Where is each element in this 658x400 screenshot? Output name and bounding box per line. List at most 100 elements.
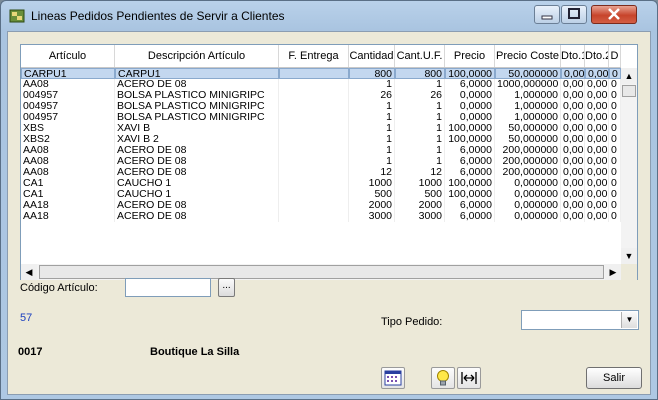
table-cell[interactable]: 0,00: [561, 156, 585, 167]
table-row[interactable]: XBS2 XAVI B 2 1 1 100,0000 50,000000 0,00 0,00 0: [21, 134, 621, 145]
table-cell[interactable]: 0,00: [561, 123, 585, 134]
table-cell[interactable]: 100,0000: [445, 123, 495, 134]
table-cell[interactable]: [279, 90, 349, 101]
table-cell[interactable]: [279, 112, 349, 123]
table-cell[interactable]: XBS2: [21, 134, 115, 145]
table-cell[interactable]: 0: [609, 167, 621, 178]
table-cell[interactable]: 0: [609, 156, 621, 167]
col-d[interactable]: D: [609, 45, 621, 67]
table-cell[interactable]: 0,00: [585, 79, 609, 90]
table-cell[interactable]: 800: [395, 68, 445, 79]
table-cell[interactable]: 6,0000: [445, 200, 495, 211]
table-cell[interactable]: 0: [609, 211, 621, 222]
table-cell[interactable]: 6,0000: [445, 156, 495, 167]
table-cell[interactable]: 0,000000: [495, 200, 561, 211]
table-cell[interactable]: 0: [609, 90, 621, 101]
vertical-scroll-thumb[interactable]: [622, 85, 636, 97]
table-cell[interactable]: [279, 167, 349, 178]
table-cell[interactable]: 1: [349, 134, 395, 145]
table-cell[interactable]: 0,00: [585, 189, 609, 200]
table-cell[interactable]: 1000: [349, 178, 395, 189]
table-cell[interactable]: 2000: [395, 200, 445, 211]
table-cell[interactable]: 0: [609, 145, 621, 156]
table-cell[interactable]: 0,000000: [495, 211, 561, 222]
col-precio[interactable]: Precio: [445, 45, 495, 67]
table-row[interactable]: AA08 ACERO DE 08 1 1 6,0000 1000,000000 0,00 0,…: [21, 79, 621, 90]
table-cell[interactable]: 100,0000: [445, 178, 495, 189]
table-cell[interactable]: AA08: [21, 156, 115, 167]
table-cell[interactable]: ACERO DE 08: [115, 200, 279, 211]
table-cell[interactable]: 6,0000: [445, 145, 495, 156]
horizontal-scrollbar[interactable]: ◀ ▶: [21, 264, 621, 280]
salir-button[interactable]: Salir: [586, 367, 642, 389]
table-cell[interactable]: 1: [395, 101, 445, 112]
table-cell[interactable]: CA1: [21, 178, 115, 189]
table-cell[interactable]: 3000: [349, 211, 395, 222]
table-cell[interactable]: [279, 79, 349, 90]
table-cell[interactable]: 0,00: [585, 112, 609, 123]
table-cell[interactable]: 0,0000: [445, 101, 495, 112]
scroll-down-icon[interactable]: ▼: [621, 248, 637, 264]
table-cell[interactable]: 0,00: [561, 200, 585, 211]
table-row[interactable]: CA1 CAUCHO 1 1000 1000 100,0000 0,000000 0,00 0…: [21, 178, 621, 189]
table-cell[interactable]: 50,000000: [495, 123, 561, 134]
table-cell[interactable]: 0: [609, 101, 621, 112]
table-cell[interactable]: 100,0000: [445, 189, 495, 200]
maximize-button[interactable]: [561, 5, 587, 24]
table-cell[interactable]: [279, 134, 349, 145]
col-dto1[interactable]: Dto.1: [561, 45, 585, 67]
col-fecha-entrega[interactable]: F. Entrega: [279, 45, 349, 67]
table-cell[interactable]: 12: [395, 167, 445, 178]
table-cell[interactable]: 0,0000: [445, 90, 495, 101]
table-cell[interactable]: [279, 68, 349, 79]
table-cell[interactable]: 1: [395, 156, 445, 167]
table-cell[interactable]: 1: [395, 112, 445, 123]
table-cell[interactable]: 100,0000: [445, 134, 495, 145]
table-cell[interactable]: 0,00: [561, 90, 585, 101]
table-cell[interactable]: 0,00: [585, 134, 609, 145]
table-cell[interactable]: AA18: [21, 211, 115, 222]
orders-grid[interactable]: Artículo Descripción Artículo F. Entrega…: [20, 44, 638, 280]
fit-columns-button[interactable]: [457, 367, 481, 389]
table-cell[interactable]: 1000,000000: [495, 79, 561, 90]
table-cell[interactable]: 2000: [349, 200, 395, 211]
table-cell[interactable]: 0: [609, 79, 621, 90]
table-cell[interactable]: [279, 178, 349, 189]
table-cell[interactable]: 0,000000: [495, 189, 561, 200]
table-row[interactable]: AA08 ACERO DE 08 12 12 6,0000 200,000000 0,00 0…: [21, 167, 621, 178]
table-cell[interactable]: CAUCHO 1: [115, 189, 279, 200]
table-cell[interactable]: 50,000000: [495, 68, 561, 79]
col-descripcion[interactable]: Descripción Artículo: [115, 45, 279, 67]
col-articulo[interactable]: Artículo: [21, 45, 115, 67]
table-cell[interactable]: 0,0000: [445, 112, 495, 123]
table-cell[interactable]: [279, 101, 349, 112]
table-cell[interactable]: 0,00: [585, 167, 609, 178]
table-cell[interactable]: 0,00: [585, 101, 609, 112]
table-cell[interactable]: XAVI B: [115, 123, 279, 134]
table-row[interactable]: AA18 ACERO DE 08 3000 3000 6,0000 0,000000 0,0…: [21, 211, 621, 222]
table-cell[interactable]: AA08: [21, 167, 115, 178]
table-cell[interactable]: 200,000000: [495, 145, 561, 156]
table-cell[interactable]: CA1: [21, 189, 115, 200]
table-cell[interactable]: 1: [349, 145, 395, 156]
table-cell[interactable]: 0: [609, 68, 621, 79]
col-cant-uf[interactable]: Cant.U.F.: [395, 45, 445, 67]
table-cell[interactable]: ACERO DE 08: [115, 156, 279, 167]
table-cell[interactable]: 0: [609, 200, 621, 211]
table-cell[interactable]: 1: [349, 112, 395, 123]
vertical-scrollbar[interactable]: ▲ ▼: [621, 68, 637, 264]
table-cell[interactable]: AA18: [21, 200, 115, 211]
table-cell[interactable]: 0,00: [561, 68, 585, 79]
table-row[interactable]: AA08 ACERO DE 08 1 1 6,0000 200,000000 0,00 0,0…: [21, 156, 621, 167]
scroll-left-icon[interactable]: ◀: [21, 264, 37, 280]
horizontal-scroll-thumb[interactable]: [39, 265, 604, 279]
table-cell[interactable]: ACERO DE 08: [115, 145, 279, 156]
table-cell[interactable]: AA08: [21, 79, 115, 90]
table-cell[interactable]: XBS: [21, 123, 115, 134]
table-cell[interactable]: 004957: [21, 90, 115, 101]
table-cell[interactable]: 0,00: [585, 90, 609, 101]
scroll-right-icon[interactable]: ▶: [605, 264, 621, 280]
title-bar[interactable]: Lineas Pedidos Pendientes de Servir a Cl…: [1, 1, 657, 31]
table-cell[interactable]: 800: [349, 68, 395, 79]
table-cell[interactable]: 6,0000: [445, 79, 495, 90]
